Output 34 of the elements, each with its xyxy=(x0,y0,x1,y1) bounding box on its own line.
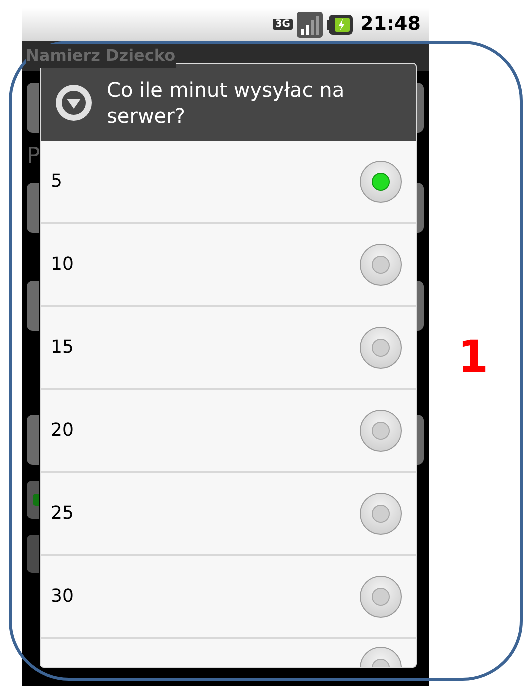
text-field-edge[interactable] xyxy=(27,183,39,233)
radio-button[interactable] xyxy=(360,326,402,368)
option-label: 25 xyxy=(51,502,74,526)
radio-button[interactable] xyxy=(360,244,402,286)
checkbox-edge[interactable] xyxy=(27,481,39,519)
battery-charging-icon xyxy=(326,14,353,34)
checkbox-edge[interactable] xyxy=(27,535,39,573)
radio-button[interactable] xyxy=(360,576,402,618)
dropdown-icon xyxy=(55,84,93,122)
option-label: 5 xyxy=(51,170,62,194)
dialog-title: Co ile minut wysyłac na serwer? xyxy=(107,76,346,128)
text-field-edge[interactable] xyxy=(27,281,39,331)
option-label: 30 xyxy=(51,585,74,609)
signal-icon xyxy=(296,12,323,38)
option-row[interactable]: 5 xyxy=(41,141,416,224)
option-row[interactable]: 30 xyxy=(41,556,416,639)
annotation-number: 1 xyxy=(458,331,489,385)
option-row[interactable]: 10 xyxy=(41,224,416,307)
text-field-edge[interactable] xyxy=(27,415,39,465)
check-icon xyxy=(33,494,39,506)
radio-button[interactable] xyxy=(360,410,402,452)
option-label: 20 xyxy=(51,419,74,443)
radio-button[interactable] xyxy=(360,492,402,534)
option-label: 10 xyxy=(51,253,74,277)
clock: 21:48 xyxy=(360,12,421,38)
option-row[interactable]: 20 xyxy=(41,390,416,473)
radio-button[interactable] xyxy=(360,160,402,202)
network-type-icon: 3G xyxy=(273,19,293,30)
field-label: P xyxy=(27,143,42,171)
option-row[interactable]: 25 xyxy=(41,473,416,556)
app-title: Namierz Dziecko xyxy=(26,44,176,68)
option-label: 15 xyxy=(51,336,74,360)
text-field-edge[interactable] xyxy=(27,83,39,133)
option-row[interactable]: 15 xyxy=(41,307,416,390)
